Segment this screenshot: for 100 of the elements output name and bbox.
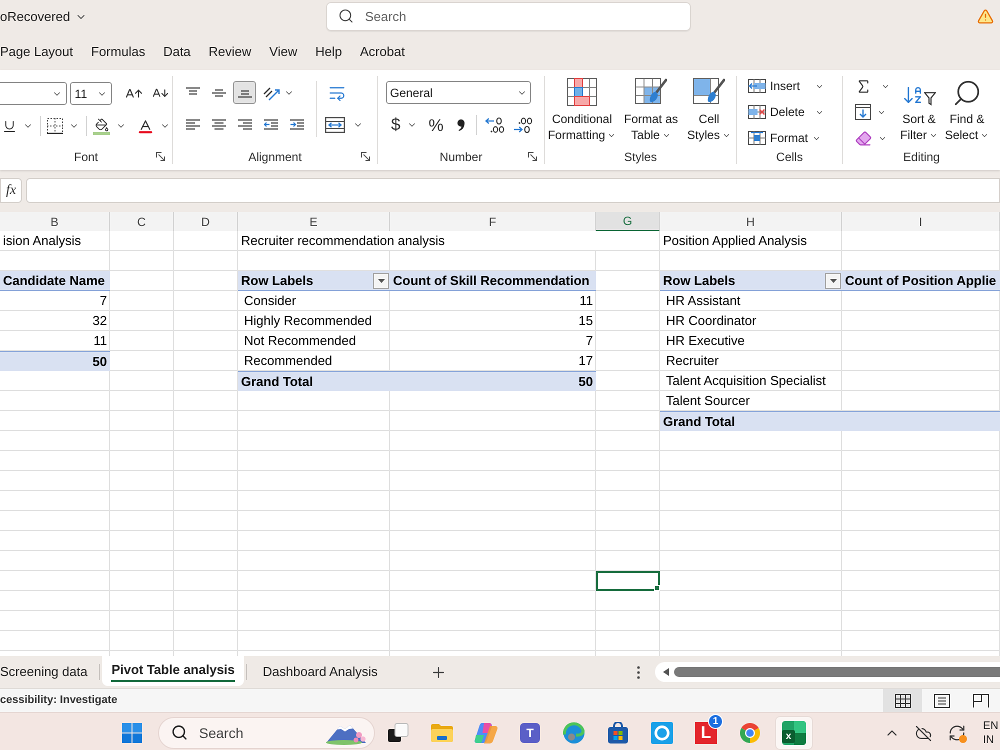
notification-badge: 1 [708,714,723,729]
menu-tab[interactable]: Formulas [91,38,146,66]
column-header[interactable]: G [596,212,660,232]
align-center-icon [212,119,226,130]
menu-tab[interactable]: Help [315,38,342,66]
insert-cells-button[interactable]: Insert [748,74,830,98]
wave-circle-icon [563,722,585,744]
dialog-launcher-icon[interactable] [528,152,537,161]
ribbon-group-label: Cells [776,148,803,166]
filter-dropdown-button[interactable] [373,272,389,288]
table-cell-text: ision Analysis [2,232,82,250]
search-icon [338,8,354,24]
highlighted-grid-icon [567,78,597,106]
pivot-total-cell: 50 [0,351,110,371]
table-cell-text: Talent Acquisition Specialist [665,372,827,390]
table-cell-text: Recommended [243,352,334,370]
table-cell-text: Position Applied Analysis [662,232,808,250]
dialog-launcher-icon[interactable] [156,152,165,161]
filter-dropdown-button[interactable] [825,272,841,288]
align-middle-icon [212,88,226,96]
fill-handle-icon [654,585,660,591]
dialog-launcher-icon[interactable] [361,152,370,161]
sheet-tab[interactable]: Pivot Table analysis [102,656,244,686]
sync-icon [948,724,966,742]
align-bottom-icon [238,90,252,98]
table-cell-text: HR Executive [665,332,746,350]
format-cells-button[interactable]: Format [748,126,842,150]
selected-cell[interactable] [596,571,660,591]
table-cell-text: Not Recommended [243,332,357,350]
ring-icon [651,722,673,744]
ribbon-group-label: Alignment [248,148,302,166]
borders-icon [47,118,63,134]
table-cell-text: 7 [98,292,108,310]
scrollbar-thumb[interactable] [674,667,1000,677]
ribbon-group-label: Styles [624,148,657,166]
delete-cells-button[interactable]: Delete [748,100,830,124]
table-cell-text: 17 [578,352,594,370]
angled-text-icon [263,84,281,100]
menu-tab[interactable]: Review [208,38,252,66]
ribbon-group-label: Editing [903,148,940,166]
accessibility-status[interactable]: cessibility: Investigate [0,692,118,709]
increase-indent-icon [290,119,304,130]
sheet-tab[interactable]: Screening data [0,657,98,687]
align-left-icon [186,119,200,130]
format-as-table-button[interactable]: Format as Table [620,78,682,143]
fill-color-icon [93,118,110,134]
taskbar-search-field[interactable]: Search [158,717,375,749]
underline-icon [2,118,17,134]
taskbar-app-button[interactable]: T [512,717,548,749]
table-cell-text: Talent Sourcer [665,392,751,410]
header-label: Row Labels [241,272,314,290]
align-bottom-button[interactable] [233,81,256,104]
conditional-formatting-button[interactable]: Conditional Formatting [546,78,618,143]
file-name-button[interactable]: oRecovered [0,6,88,26]
horizontal-scrollbar[interactable] [655,662,1000,682]
table-cell-text: 11 [92,332,108,350]
menu-tab[interactable]: Data [163,38,191,66]
overlapping-squares-icon [387,722,409,744]
cell-styles-button[interactable]: Cell Styles [684,78,734,143]
page-break-view-icon [972,694,988,708]
decrease-decimal-icon [512,116,533,132]
currency-button[interactable]: $ [386,113,422,136]
increase-decimal-icon [484,116,505,132]
find-select-button[interactable]: Find & Select [941,70,993,143]
language-indicator[interactable]: EN IN [972,717,1000,749]
font-name-field[interactable] [0,82,67,105]
search-icon [952,78,982,108]
eraser-icon [855,130,872,146]
align-top-icon [186,87,200,95]
styled-cells-brush-icon [693,78,725,106]
scroll-left-icon[interactable] [663,668,669,676]
ribbon-group-label: Font [74,148,98,166]
align-right-icon [238,119,252,130]
percent-button[interactable]: % [422,113,450,136]
menu-tab[interactable]: Page Layout [0,38,74,66]
pivot-header-cell: Candidate Name [0,271,110,291]
font-size-field[interactable]: 11 [70,82,112,105]
table-cell-text: HR Coordinator [665,312,758,330]
menu-tab[interactable]: View [269,38,298,66]
insert-cells-icon [748,79,766,93]
number-format-field[interactable]: General [386,81,531,104]
merge-cells-icon [325,116,345,132]
delete-cells-icon [748,105,766,119]
tricolor-circle-icon [739,722,761,744]
table-cell-text: Consider [243,292,298,310]
formula-input-field[interactable] [26,178,1000,203]
vertical-dots-icon [636,666,640,678]
table-cell-text: HR Assistant [665,292,742,310]
decrease-indent-icon [264,119,278,130]
table-brush-icon [635,78,667,106]
sheet-tab[interactable]: Dashboard Analysis [248,657,392,687]
comma-icon [456,118,465,130]
view-button[interactable] [883,689,922,712]
shopping-bag-icon [607,722,629,744]
insert-function-button[interactable]: fx [0,178,22,203]
search-field[interactable]: Search [326,2,691,31]
sort-filter-button[interactable]: Sort & Filter [897,70,941,143]
taskbar-app-button[interactable]: x [776,717,812,749]
warning-icon [977,8,994,25]
menu-tab[interactable]: Acrobat [360,38,405,66]
